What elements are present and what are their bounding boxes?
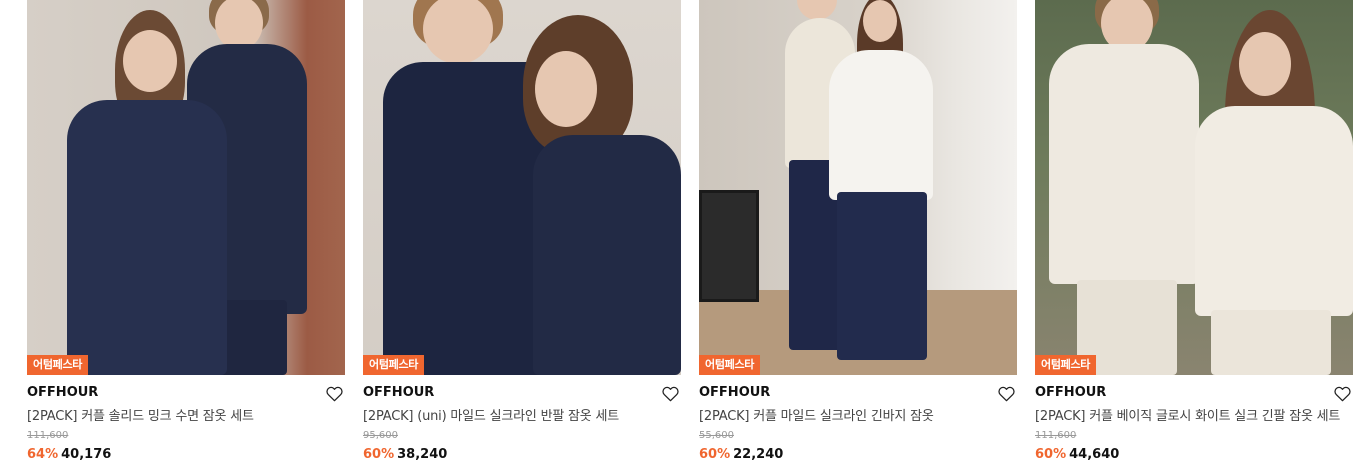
product-image[interactable] — [699, 0, 1017, 375]
discount-rate: 60% — [363, 447, 395, 462]
product-card[interactable]: 어텀페스타 OFFHOUR [2PACK] (uni) 마일드 실크라인 반팔 … — [363, 0, 681, 475]
original-price: 111,600 — [27, 430, 69, 441]
brand-name[interactable]: OFFHOUR — [27, 385, 345, 401]
heart-outline-icon[interactable] — [662, 386, 679, 402]
brand-name[interactable]: OFFHOUR — [363, 385, 681, 401]
model-figure — [1195, 10, 1353, 375]
brand-name[interactable]: OFFHOUR — [1035, 385, 1353, 401]
original-price: 111,600 — [1035, 430, 1077, 441]
sale-price: 22,240 — [733, 447, 784, 462]
model-figure — [1049, 0, 1199, 375]
event-badge: 어텀페스타 — [363, 355, 425, 375]
product-info: OFFHOUR [2PACK] 커플 베이직 글로시 화이트 실크 긴팔 잠옷 … — [1035, 375, 1353, 463]
discount-rate: 64% — [27, 447, 59, 462]
product-info: OFFHOUR [2PACK] 커플 마일드 실크라인 긴바지 잠옷 55,60… — [699, 375, 1017, 463]
original-price: 95,600 — [363, 430, 398, 441]
sale-price: 44,640 — [1069, 447, 1120, 462]
heart-outline-icon[interactable] — [326, 386, 343, 402]
original-price: 55,600 — [699, 430, 734, 441]
event-badge: 어텀페스타 — [699, 355, 761, 375]
discount-rate: 60% — [1035, 447, 1067, 462]
model-figure — [513, 15, 681, 375]
product-info: OFFHOUR [2PACK] (uni) 마일드 실크라인 반팔 잠옷 세트 … — [363, 375, 681, 463]
sale-price: 40,176 — [61, 447, 112, 462]
discount-rate: 60% — [699, 447, 731, 462]
model-figure — [57, 10, 227, 375]
price-line: 60% 44,640 — [1035, 447, 1353, 463]
product-image[interactable] — [363, 0, 681, 375]
price-line: 60% 22,240 — [699, 447, 1017, 463]
product-card[interactable]: 어텀페스타 OFFHOUR [2PACK] 커플 베이직 글로시 화이트 실크 … — [1035, 0, 1353, 475]
brand-name[interactable]: OFFHOUR — [699, 385, 1017, 401]
event-badge: 어텀페스타 — [27, 355, 89, 375]
heart-outline-icon[interactable] — [998, 386, 1015, 402]
product-info: OFFHOUR [2PACK] 커플 솔리드 밍크 수면 잠옷 세트 111,6… — [27, 375, 345, 463]
product-name[interactable]: [2PACK] 커플 마일드 실크라인 긴바지 잠옷 — [699, 408, 1017, 425]
sale-price: 38,240 — [397, 447, 448, 462]
wall-frame — [699, 190, 759, 302]
product-name[interactable]: [2PACK] 커플 베이직 글로시 화이트 실크 긴팔 잠옷 세트 — [1035, 408, 1353, 425]
product-card[interactable]: 어텀페스타 OFFHOUR [2PACK] 커플 솔리드 밍크 수면 잠옷 세트… — [27, 0, 345, 475]
product-name[interactable]: [2PACK] 커플 솔리드 밍크 수면 잠옷 세트 — [27, 408, 345, 425]
event-badge: 어텀페스타 — [1035, 355, 1097, 375]
product-grid: 어텀페스타 OFFHOUR [2PACK] 커플 솔리드 밍크 수면 잠옷 세트… — [0, 0, 1360, 475]
product-name[interactable]: [2PACK] (uni) 마일드 실크라인 반팔 잠옷 세트 — [363, 408, 681, 425]
product-image[interactable] — [1035, 0, 1353, 375]
price-line: 60% 38,240 — [363, 447, 681, 463]
product-card[interactable]: 어텀페스타 OFFHOUR [2PACK] 커플 마일드 실크라인 긴바지 잠옷… — [699, 0, 1017, 475]
price-line: 64% 40,176 — [27, 447, 345, 463]
heart-outline-icon[interactable] — [1334, 386, 1351, 402]
product-image[interactable] — [27, 0, 345, 375]
model-figure — [829, 0, 939, 370]
